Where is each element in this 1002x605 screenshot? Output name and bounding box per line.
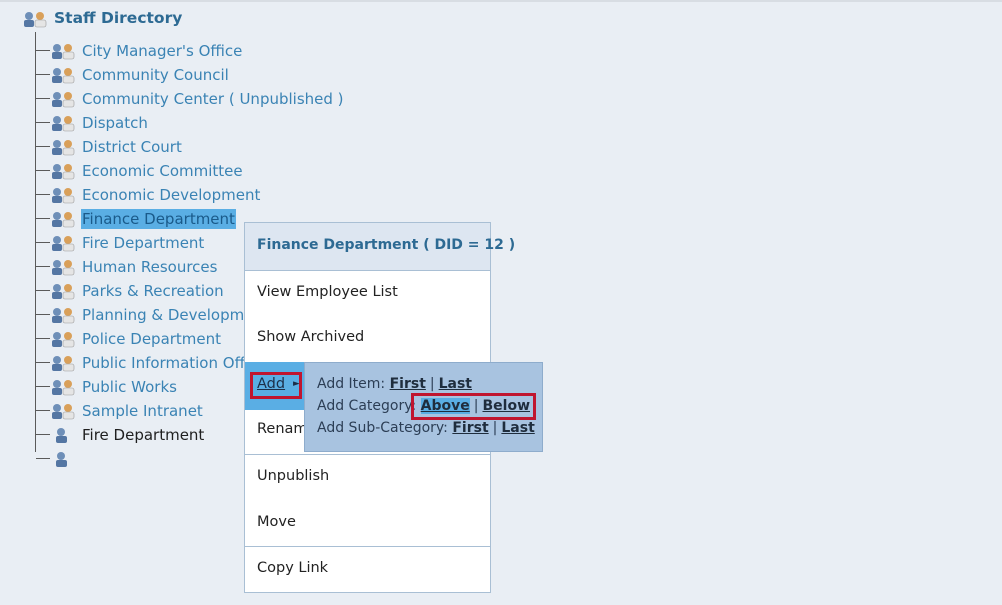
add-item-label: Add Item: xyxy=(317,376,386,392)
tree-item-label[interactable]: Dispatch xyxy=(82,113,148,133)
tree-branch-line xyxy=(36,50,50,51)
add-item-last-link[interactable]: Last xyxy=(439,376,472,392)
group-folder-icon xyxy=(52,380,75,396)
tree-item-label[interactable]: Planning & Developme xyxy=(82,305,253,325)
group-folder-icon xyxy=(52,188,75,204)
group-folder-icon xyxy=(52,284,75,300)
add-subcategory-last-link[interactable]: Last xyxy=(501,420,534,436)
tree-item-label[interactable]: Fire Department xyxy=(82,233,204,253)
staff-directory-tree: Staff Directory City Manager's Office Com… xyxy=(0,0,1002,605)
tree-root-label[interactable]: Staff Directory xyxy=(54,9,182,27)
add-subcategory-label: Add Sub-Category: xyxy=(317,420,448,436)
tree-branch-line xyxy=(36,98,50,99)
group-folder-icon xyxy=(52,92,75,108)
tree-item-label[interactable]: Police Department xyxy=(82,329,221,349)
tree-branch-line xyxy=(36,386,50,387)
group-folder-icon xyxy=(52,164,75,180)
tree-branch-line xyxy=(36,338,50,339)
view-employee-list-item[interactable]: View Employee List xyxy=(257,284,398,300)
tree-item-label[interactable]: Economic Committee xyxy=(82,161,243,181)
add-item-row: Add Item: First | Last xyxy=(317,376,472,392)
tree-item-label[interactable]: Parks & Recreation xyxy=(82,281,224,301)
rename-item[interactable]: Renam xyxy=(257,421,308,437)
group-folder-icon xyxy=(52,68,75,84)
tree-item-label[interactable]: Finance Department xyxy=(81,209,236,229)
tree-branch-line xyxy=(36,122,50,123)
add-menu-item[interactable]: Add ► xyxy=(245,362,305,410)
tree-item-label[interactable]: Public Works xyxy=(82,377,177,397)
show-archived-item[interactable]: Show Archived xyxy=(257,329,364,345)
add-submenu: Add Item: First | Last Add Category: Above… xyxy=(304,362,543,452)
context-menu-header: Finance Department ( DID = 12 ) xyxy=(245,223,515,271)
group-folder-icon xyxy=(52,332,75,348)
group-folder-icon xyxy=(52,236,75,252)
tree-item-label[interactable]: Community Center ( Unpublished ) xyxy=(82,89,344,109)
tree-branch-line xyxy=(36,74,50,75)
tree-branch-line xyxy=(36,266,50,267)
group-folder-icon xyxy=(52,356,75,372)
unpublish-item[interactable]: Unpublish xyxy=(257,468,329,484)
highlight-box xyxy=(411,393,536,420)
tree-item-label[interactable]: Fire Department xyxy=(82,425,204,445)
tree-item-label[interactable]: Economic Development xyxy=(82,185,260,205)
tree-item-label[interactable]: Public Information Off xyxy=(82,353,245,373)
tree-branch-line xyxy=(36,434,50,435)
tree-item-label[interactable]: Community Council xyxy=(82,65,229,85)
menu-divider xyxy=(245,454,490,455)
tree-item-label[interactable]: District Court xyxy=(82,137,182,157)
group-folder-icon xyxy=(52,308,75,324)
tree-branch-line xyxy=(36,362,50,363)
tree-branch-line xyxy=(36,314,50,315)
tree-branch-line xyxy=(36,194,50,195)
user-icon xyxy=(56,452,67,467)
tree-branch-line xyxy=(36,410,50,411)
add-item-first-link[interactable]: First xyxy=(390,376,426,392)
tree-branch-line xyxy=(36,146,50,147)
add-subcategory-first-link[interactable]: First xyxy=(452,420,488,436)
tree-branch-line xyxy=(36,218,50,219)
menu-divider xyxy=(245,546,490,547)
group-folder-icon xyxy=(52,140,75,156)
tree-branch-line xyxy=(36,170,50,171)
group-folder-icon xyxy=(52,212,75,228)
group-folder-icon xyxy=(52,260,75,276)
add-subcategory-row: Add Sub-Category: First | Last xyxy=(317,420,535,436)
user-icon xyxy=(56,428,67,443)
tree-item-label[interactable]: Human Resources xyxy=(82,257,217,277)
separator: | xyxy=(492,420,498,436)
tree-branch-line xyxy=(36,290,50,291)
separator: | xyxy=(429,376,435,392)
group-folder-icon xyxy=(52,404,75,420)
copy-link-item[interactable]: Copy Link xyxy=(257,560,328,576)
group-folder-icon xyxy=(24,12,47,28)
tree-item-label[interactable]: Sample Intranet xyxy=(82,401,203,421)
context-menu-title: Finance Department ( DID = 12 ) xyxy=(257,237,516,253)
tree-branch-line xyxy=(36,242,50,243)
highlight-box xyxy=(250,372,302,399)
group-folder-icon xyxy=(52,44,75,60)
tree-branch-line xyxy=(36,458,50,459)
tree-item-label[interactable]: City Manager's Office xyxy=(82,41,242,61)
add-category-label: Add Category: xyxy=(317,398,417,414)
move-item[interactable]: Move xyxy=(257,514,296,530)
group-folder-icon xyxy=(52,116,75,132)
